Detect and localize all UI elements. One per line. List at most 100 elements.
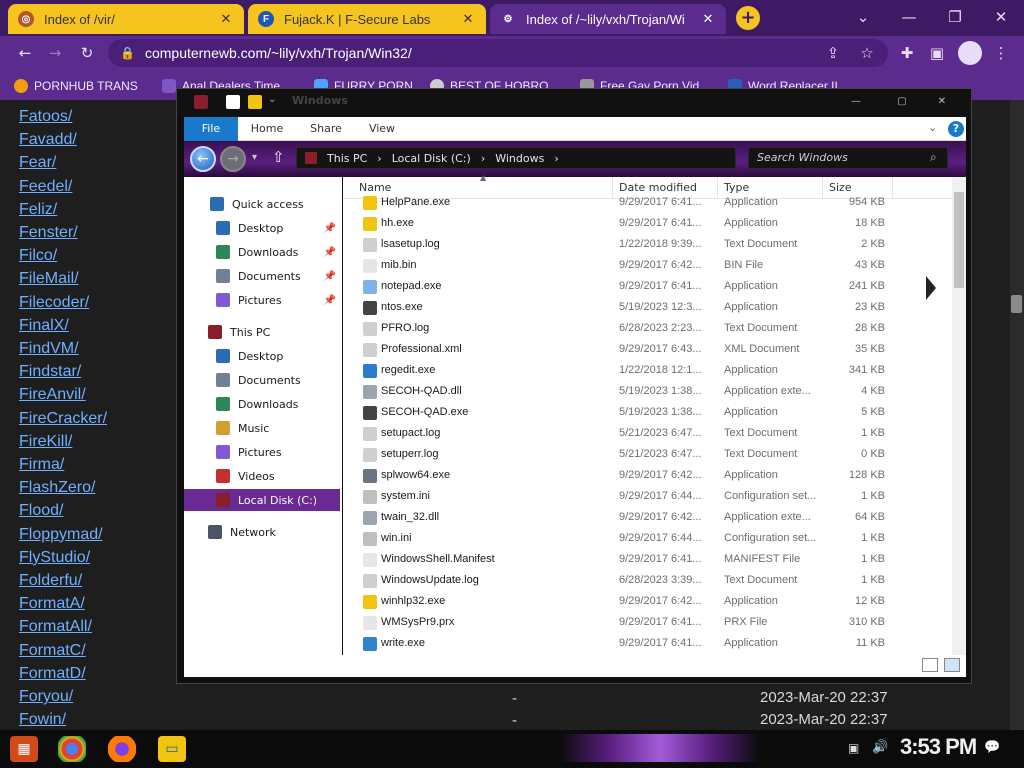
help-icon[interactable]: ? <box>948 121 964 137</box>
search-input[interactable]: Search Windows <box>748 147 948 169</box>
directory-link[interactable]: FormatA/ <box>19 595 85 613</box>
directory-link[interactable]: FormatD/ <box>19 665 86 683</box>
back-button[interactable]: ← <box>190 146 216 172</box>
file-explorer-icon[interactable]: ▭ <box>158 736 186 762</box>
directory-link[interactable]: FormatC/ <box>19 642 86 660</box>
file-row[interactable]: Professional.xml 9/29/2017 6:43... XML Doc… <box>343 340 952 361</box>
tab-index-vir[interactable]: ◎ Index of /vir/ ✕ <box>8 4 244 34</box>
share-icon[interactable]: ⇪ <box>822 42 844 64</box>
directory-link[interactable]: FireCracker/ <box>19 410 107 428</box>
directory-link[interactable]: FlashZero/ <box>19 479 95 497</box>
close-window-icon[interactable]: ✕ <box>990 6 1012 28</box>
breadcrumb-this-pc[interactable]: This PC <box>327 152 367 165</box>
breadcrumb-windows[interactable]: Windows <box>495 152 544 165</box>
directory-link[interactable]: FileMail/ <box>19 270 79 288</box>
file-row[interactable]: hh.exe 9/29/2017 6:41... Application 18 KB <box>343 214 952 235</box>
nav-quick-downloads[interactable]: Downloads 📌 <box>184 241 340 263</box>
address-bar[interactable]: 🔒 computernewb.com/~lily/vxh/Trojan/Win3… <box>108 39 888 67</box>
explorer-address-bar[interactable]: This PC › Local Disk (C:) › Windows › <box>296 147 736 169</box>
start-button[interactable]: ▦ <box>10 736 38 762</box>
file-row[interactable]: setupact.log 5/21/2023 6:47... Text Docume… <box>343 424 952 445</box>
firefox-icon[interactable] <box>108 736 136 762</box>
notifications-icon[interactable]: 💬 <box>984 740 1000 755</box>
large-icons-view-icon[interactable] <box>944 658 960 672</box>
file-list-scrollbar-thumb[interactable] <box>954 192 964 288</box>
file-row[interactable]: WindowsUpdate.log 6/28/2023 3:39... Text D… <box>343 571 952 592</box>
reload-icon[interactable]: ↻ <box>76 42 98 64</box>
directory-link[interactable]: Flood/ <box>19 502 63 520</box>
file-row[interactable]: splwow64.exe 9/29/2017 6:42... Application… <box>343 466 952 487</box>
side-panel-icon[interactable]: ▣ <box>926 42 948 64</box>
file-row[interactable]: PFRO.log 6/28/2023 2:23... Text Document 28… <box>343 319 952 340</box>
directory-link[interactable]: Filecoder/ <box>19 294 89 312</box>
taskbar-clock[interactable]: 3:53 PM <box>900 734 977 760</box>
directory-link[interactable]: FireKill/ <box>19 433 72 451</box>
file-row[interactable]: lsasetup.log 1/22/2018 9:39... Text Docume… <box>343 235 952 256</box>
page-scrollbar[interactable] <box>1010 100 1024 730</box>
forward-icon[interactable]: → <box>44 42 66 64</box>
nav-quick-desktop[interactable]: Desktop 📌 <box>184 217 340 239</box>
file-row[interactable]: WindowsShell.Manifest 9/29/2017 6:41... MA… <box>343 550 952 571</box>
file-row[interactable]: system.ini 9/29/2017 6:44... Configuration… <box>343 487 952 508</box>
nav-pc-music[interactable]: Music <box>184 417 340 439</box>
close-icon[interactable]: ✕ <box>700 11 716 27</box>
volume-icon[interactable]: 🔊 <box>872 740 888 755</box>
directory-link[interactable]: FlyStudio/ <box>19 549 90 567</box>
directory-link[interactable]: FireAnvil/ <box>19 386 86 404</box>
ribbon-share-tab[interactable]: Share <box>304 117 348 141</box>
file-row[interactable]: setuperr.log 5/21/2023 6:47... Text Docume… <box>343 445 952 466</box>
up-arrow-icon[interactable]: ⇧ <box>272 148 285 166</box>
nav-pc-videos[interactable]: Videos <box>184 465 340 487</box>
nav-network[interactable]: Network <box>184 521 340 543</box>
nav-pc-documents[interactable]: Documents <box>184 369 340 391</box>
file-row[interactable]: notepad.exe 9/29/2017 6:41... Application 2… <box>343 277 952 298</box>
directory-link[interactable]: Floppymad/ <box>19 526 103 544</box>
tab-search-icon[interactable]: ⌄ <box>852 6 874 28</box>
star-icon[interactable]: ☆ <box>856 42 878 64</box>
details-view-icon[interactable] <box>922 658 938 672</box>
file-row[interactable]: ntos.exe 5/19/2023 12:3... Application 23 K… <box>343 298 952 319</box>
directory-link[interactable]: Folderfu/ <box>19 572 82 590</box>
back-icon[interactable]: ← <box>14 42 36 64</box>
ribbon-home-tab[interactable]: Home <box>246 117 288 141</box>
nav-this-pc[interactable]: This PC <box>184 321 340 343</box>
nav-pc-desktop[interactable]: Desktop <box>184 345 340 367</box>
minimize-icon[interactable]: — <box>898 6 920 28</box>
file-row[interactable]: SECOH-QAD.exe 5/19/2023 1:38... Applicatio… <box>343 403 952 424</box>
directory-link[interactable]: Feliz/ <box>19 201 57 219</box>
properties-icon[interactable] <box>226 95 240 109</box>
extensions-icon[interactable]: ✚ <box>896 42 918 64</box>
bookmark-1[interactable]: PORNHUB TRANS <box>14 77 138 95</box>
file-row[interactable]: HelpPane.exe 9/29/2017 6:41... Application… <box>343 193 952 214</box>
chrome-icon[interactable] <box>58 736 86 762</box>
directory-link[interactable]: Findstar/ <box>19 363 81 381</box>
directory-link[interactable]: Filco/ <box>19 247 57 265</box>
breadcrumb-local-disk[interactable]: Local Disk (C:) <box>392 152 471 165</box>
ribbon-file-tab[interactable]: File <box>184 117 238 141</box>
search-icon[interactable]: ⌕ <box>930 150 937 165</box>
nav-quick-pictures[interactable]: Pictures 📌 <box>184 289 340 311</box>
directory-link[interactable]: FindVM/ <box>19 340 79 358</box>
new-folder-icon[interactable] <box>248 95 262 109</box>
file-row[interactable]: winhlp32.exe 9/29/2017 6:42... Application… <box>343 592 952 613</box>
maximize-icon[interactable]: ▢ <box>884 93 920 111</box>
tab-index-trojan[interactable]: ⚙ Index of /~lily/vxh/Trojan/Wi ✕ <box>490 4 726 34</box>
file-row[interactable]: win.ini 9/29/2017 6:44... Configuration se… <box>343 529 952 550</box>
restore-icon[interactable]: ❐ <box>944 6 966 28</box>
forward-button[interactable]: → <box>220 146 246 172</box>
directory-link[interactable]: Feedel/ <box>19 178 72 196</box>
close-icon[interactable]: ✕ <box>460 11 476 27</box>
directory-link[interactable]: Fowin/ <box>19 711 66 729</box>
menu-icon[interactable]: ⋮ <box>990 42 1012 64</box>
new-tab-button[interactable]: + <box>736 6 760 30</box>
file-row[interactable]: twain_32.dll 9/29/2017 6:42... Application… <box>343 508 952 529</box>
ribbon-view-tab[interactable]: View <box>362 117 402 141</box>
file-row[interactable]: SECOH-QAD.dll 5/19/2023 1:38... Applicatio… <box>343 382 952 403</box>
tab-f-secure[interactable]: F Fujack.K | F-Secure Labs ✕ <box>248 4 486 34</box>
recent-locations-icon[interactable]: ▾ <box>252 152 257 163</box>
nav-pc-local-disk[interactable]: Local Disk (C:) <box>184 489 340 511</box>
directory-link[interactable]: Favadd/ <box>19 131 77 149</box>
directory-link[interactable]: Foryou/ <box>19 688 73 706</box>
profile-avatar[interactable] <box>958 41 982 65</box>
close-icon[interactable]: ✕ <box>218 11 234 27</box>
